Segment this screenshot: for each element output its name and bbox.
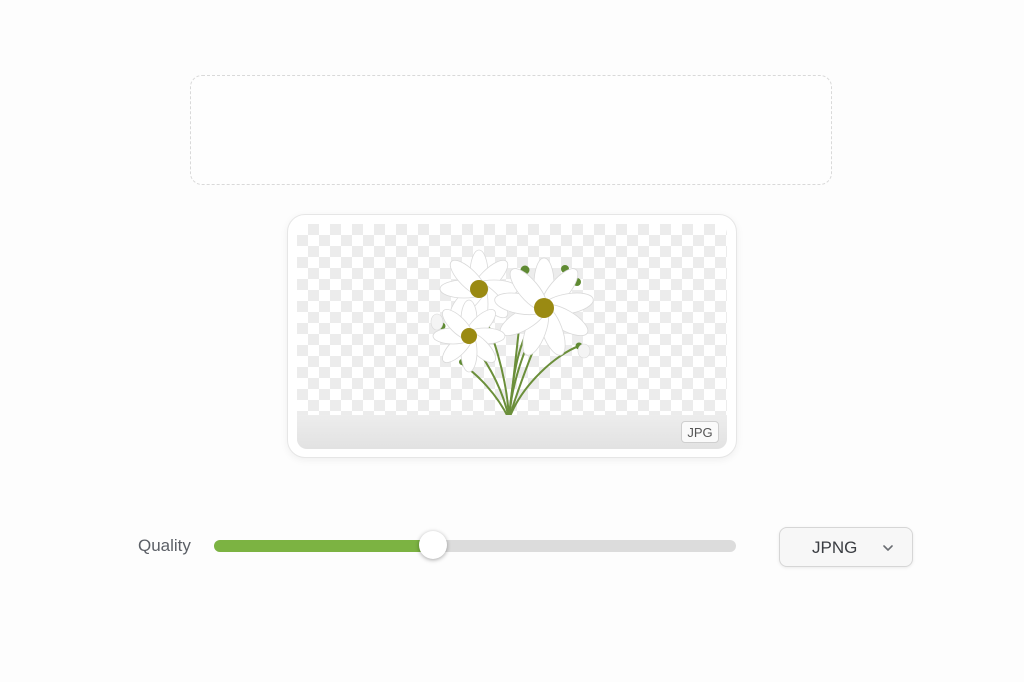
quality-slider-fill: [214, 540, 434, 552]
quality-slider[interactable]: [214, 531, 736, 559]
format-badge: JPG: [681, 421, 719, 443]
image-preview: JPG: [297, 224, 727, 449]
format-select[interactable]: JPNG: [779, 527, 913, 567]
chevron-down-icon: [882, 541, 894, 559]
image-preview-card: JPG: [287, 214, 737, 458]
format-select-value: JPNG: [812, 538, 858, 557]
preview-footer: JPG: [297, 415, 727, 449]
upload-dropzone[interactable]: [190, 75, 832, 185]
quality-label: Quality: [138, 536, 191, 555]
quality-slider-thumb[interactable]: [419, 531, 448, 559]
